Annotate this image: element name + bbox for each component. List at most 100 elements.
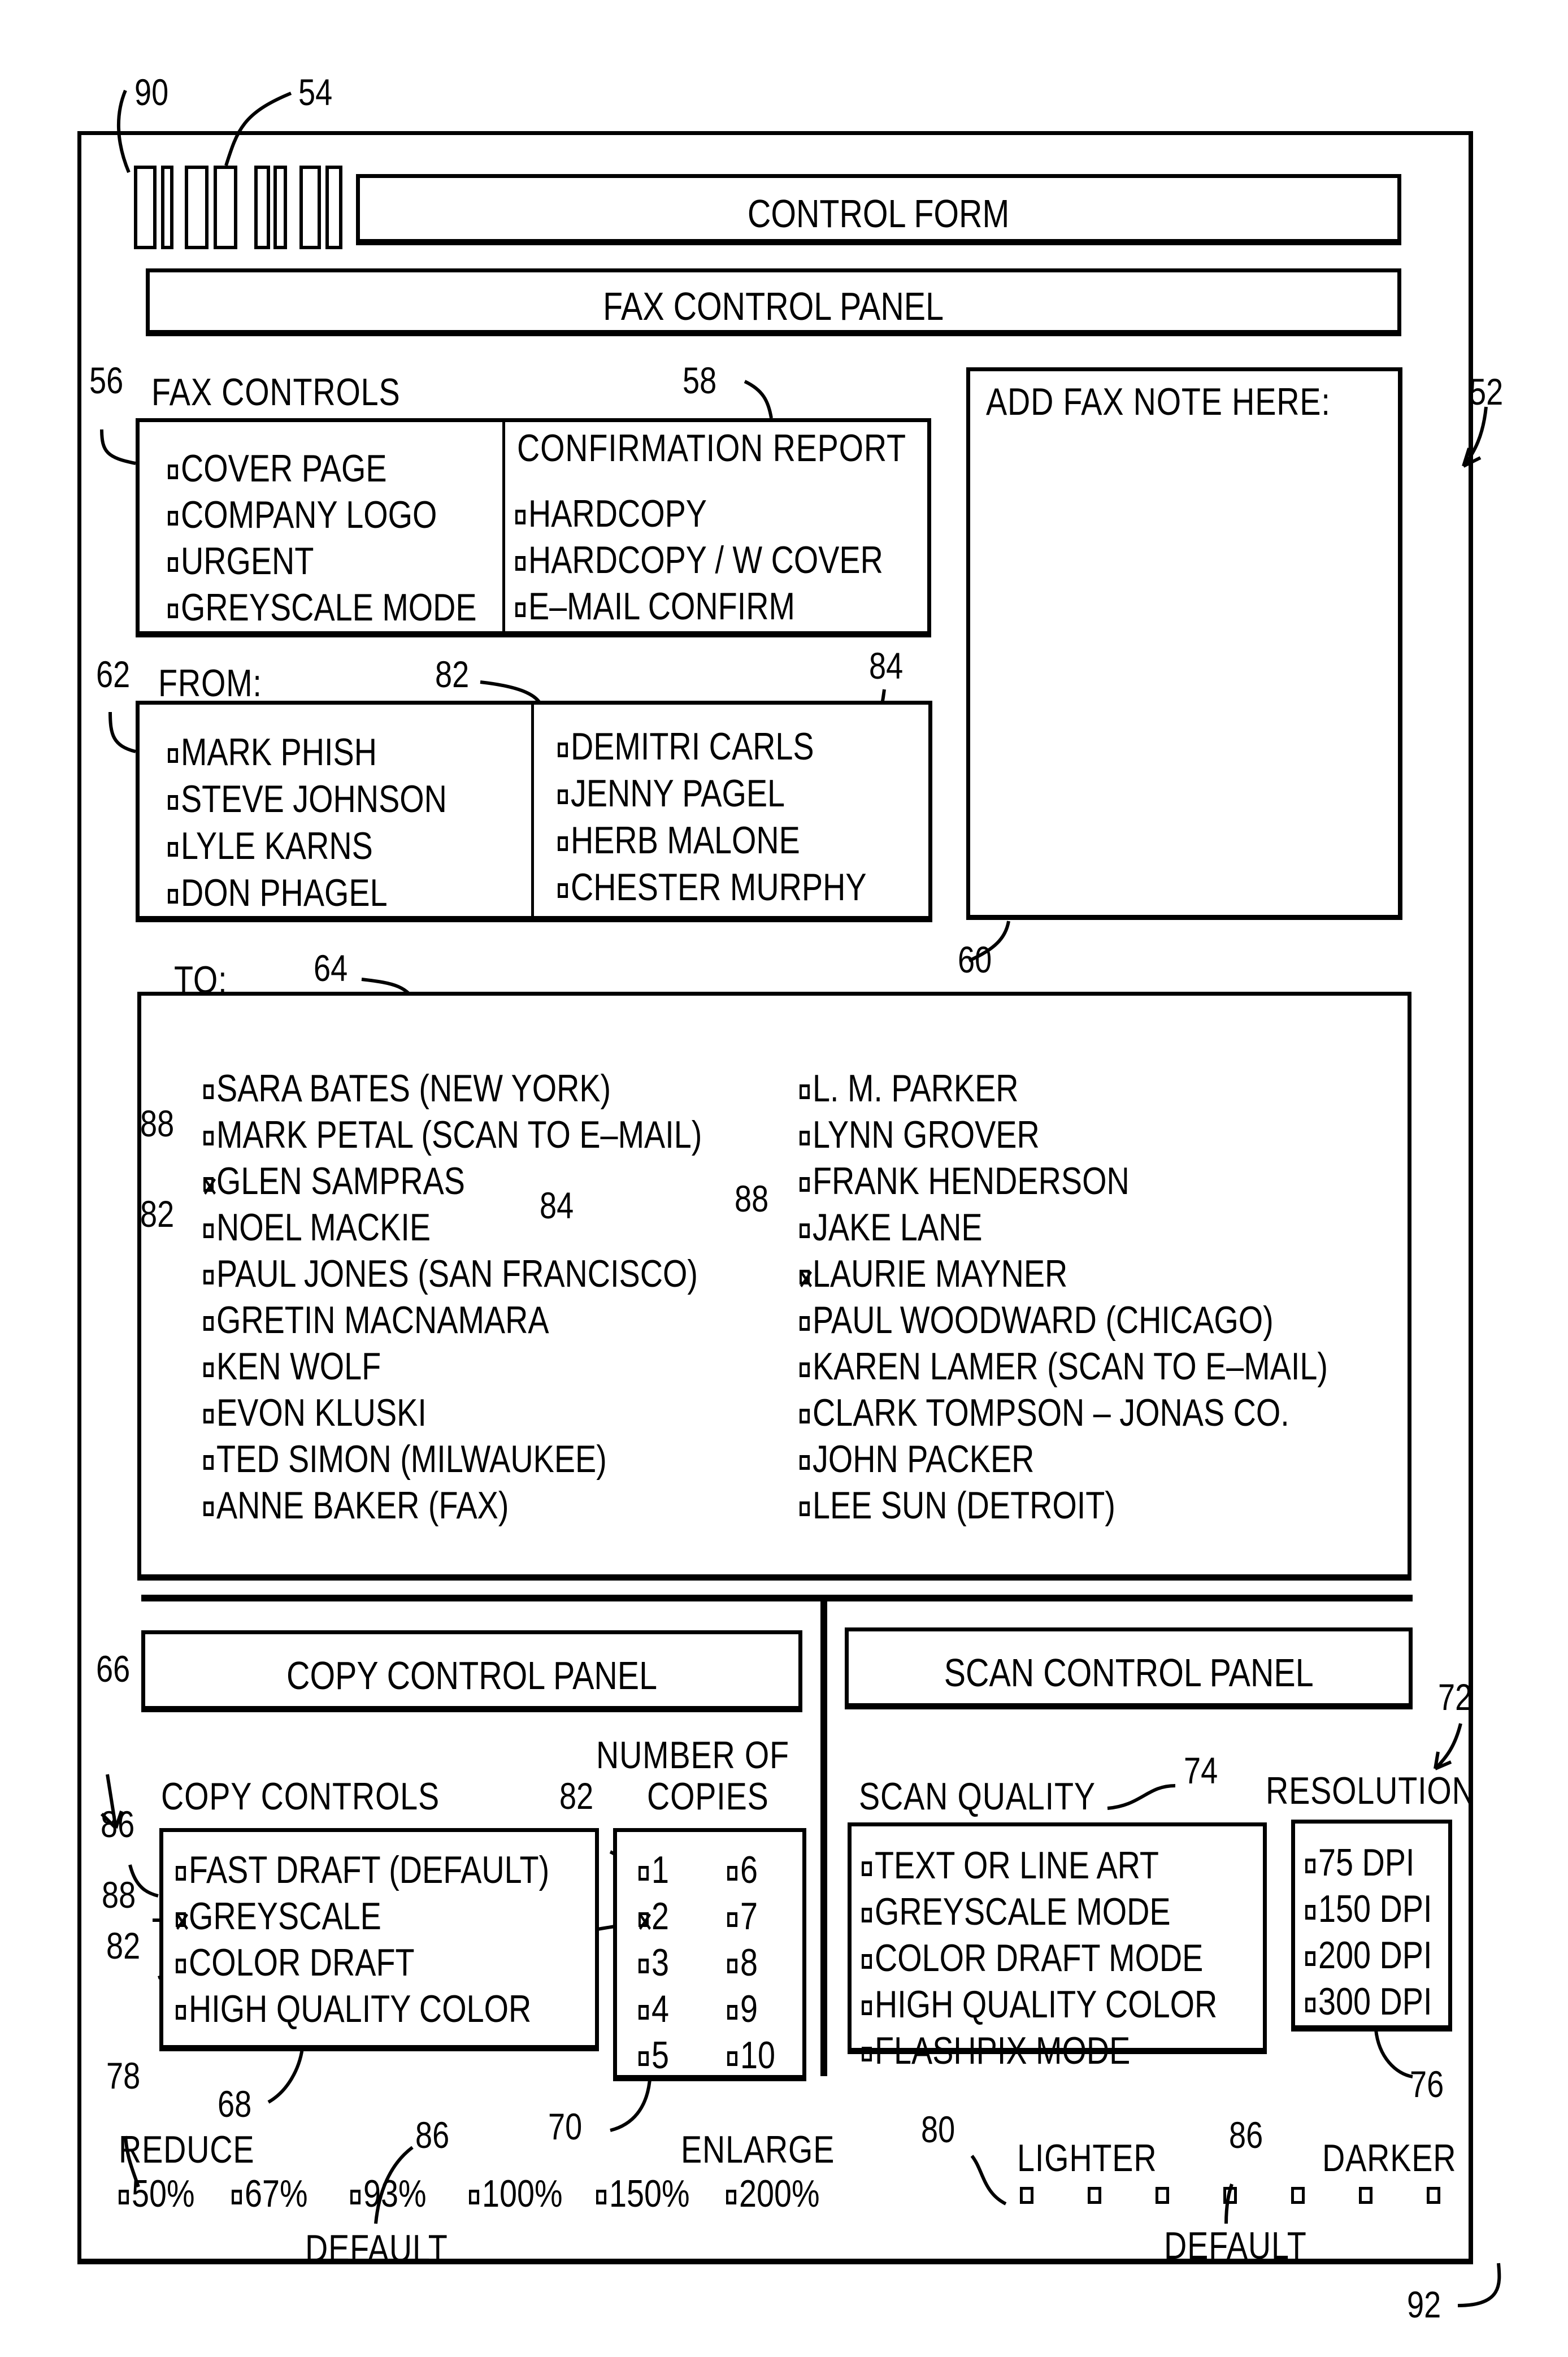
to-recipient-option[interactable]: LAURIE MAYNER <box>800 1255 1067 1293</box>
resolution-option[interactable]: 300 DPI <box>1305 1982 1432 2021</box>
density-step[interactable] <box>1291 2187 1305 2204</box>
checkbox-icon[interactable] <box>469 2190 480 2204</box>
fax-control-option[interactable]: URGENT <box>168 542 314 580</box>
density-step[interactable] <box>1088 2187 1101 2204</box>
copy-control-option[interactable]: HIGH QUALITY COLOR <box>176 1990 531 2028</box>
scan-quality-option[interactable]: GREYSCALE MODE <box>862 1892 1171 1931</box>
checkbox-icon[interactable] <box>168 842 179 857</box>
scan-quality-option[interactable]: HIGH QUALITY COLOR <box>862 1985 1217 2024</box>
resolution-option[interactable]: 150 DPI <box>1305 1890 1432 1928</box>
copies-option[interactable]: 4 <box>639 1990 669 2028</box>
checkbox-icon[interactable] <box>515 602 526 617</box>
copies-option[interactable]: 8 <box>727 1943 758 1982</box>
copy-control-option[interactable]: GREYSCALE <box>176 1897 381 1935</box>
tab-bar[interactable] <box>185 166 209 249</box>
from-sender-option[interactable]: MARK PHISH <box>168 733 377 771</box>
checkbox-checked-icon[interactable] <box>800 1270 810 1284</box>
scan-quality-option[interactable]: FLASHPIX MODE <box>862 2032 1130 2070</box>
checkbox-icon[interactable] <box>203 1501 214 1516</box>
copies-option[interactable]: 6 <box>727 1851 758 1889</box>
copies-option[interactable]: 10 <box>727 2036 775 2074</box>
fax-control-option[interactable]: COVER PAGE <box>168 449 387 488</box>
fax-control-panel-header[interactable]: FAX CONTROL PANEL <box>146 268 1401 336</box>
tab-bar[interactable] <box>299 166 321 249</box>
fax-note-input[interactable] <box>986 433 1387 904</box>
to-recipient-option[interactable]: EVON KLUSKI <box>203 1394 427 1432</box>
to-recipient-option[interactable]: GRETIN MACNAMARA <box>203 1301 549 1339</box>
checkbox-icon[interactable] <box>176 2005 186 2020</box>
fax-note-area[interactable]: ADD FAX NOTE HERE: <box>966 367 1402 920</box>
checkbox-icon[interactable] <box>800 1223 810 1238</box>
scan-control-panel-header[interactable]: SCAN CONTROL PANEL <box>845 1627 1413 1709</box>
checkbox-icon[interactable] <box>800 1455 810 1470</box>
to-recipient-option[interactable]: TED SIMON (MILWAUKEE) <box>203 1440 607 1478</box>
tab-bar[interactable] <box>214 166 237 249</box>
resolution-option[interactable]: 200 DPI <box>1305 1936 1432 1974</box>
scan-quality-option[interactable]: COLOR DRAFT MODE <box>862 1939 1203 1977</box>
checkbox-icon[interactable] <box>558 836 568 851</box>
checkbox-icon[interactable] <box>1305 1905 1316 1920</box>
checkbox-icon[interactable] <box>862 1908 872 1922</box>
tab-bar[interactable] <box>134 166 157 249</box>
copy-control-panel-header[interactable]: COPY CONTROL PANEL <box>141 1630 802 1712</box>
checkbox-icon[interactable] <box>515 556 526 571</box>
scan-quality-option[interactable]: TEXT OR LINE ART <box>862 1846 1159 1885</box>
checkbox-icon[interactable] <box>800 1501 810 1516</box>
checkbox-icon[interactable] <box>800 1131 810 1145</box>
checkbox-icon[interactable] <box>203 1409 214 1423</box>
to-recipient-option[interactable]: ANNE BAKER (FAX) <box>203 1486 509 1525</box>
checkbox-icon[interactable] <box>727 2005 738 2020</box>
checkbox-icon[interactable] <box>203 1455 214 1470</box>
tab-bar[interactable] <box>161 166 173 249</box>
to-recipient-option[interactable]: PAUL WOODWARD (CHICAGO) <box>800 1301 1274 1339</box>
copies-option[interactable]: 5 <box>639 2036 669 2074</box>
checkbox-icon[interactable] <box>727 1959 738 1973</box>
from-sender-option[interactable]: HERB MALONE <box>558 821 800 860</box>
checkbox-icon[interactable] <box>862 1861 872 1876</box>
to-recipient-option[interactable]: LEE SUN (DETROIT) <box>800 1486 1115 1525</box>
to-recipient-option[interactable]: MARK PETAL (SCAN TO E–MAIL) <box>203 1115 702 1154</box>
checkbox-icon[interactable] <box>1305 1859 1316 1873</box>
checkbox-icon[interactable] <box>168 748 179 763</box>
checkbox-icon[interactable] <box>596 2190 607 2204</box>
density-step[interactable] <box>1020 2187 1033 2204</box>
checkbox-icon[interactable] <box>168 604 179 618</box>
checkbox-icon[interactable] <box>558 789 568 804</box>
checkbox-icon[interactable] <box>558 883 568 898</box>
checkbox-checked-icon[interactable] <box>203 1177 214 1192</box>
checkbox-checked-icon[interactable] <box>639 1912 649 1927</box>
to-recipient-option[interactable]: NOEL MACKIE <box>203 1208 431 1247</box>
to-recipient-option[interactable]: L. M. PARKER <box>800 1069 1019 1108</box>
checkbox-icon[interactable] <box>800 1084 810 1099</box>
from-sender-option[interactable]: JENNY PAGEL <box>558 774 785 813</box>
from-sender-option[interactable]: LYLE KARNS <box>168 827 373 865</box>
zoom-option[interactable]: 67% <box>232 2174 308 2213</box>
from-sender-option[interactable]: DEMITRI CARLS <box>558 727 814 766</box>
checkbox-icon[interactable] <box>727 1866 738 1881</box>
zoom-option[interactable]: 200% <box>726 2174 820 2213</box>
density-step[interactable] <box>1427 2187 1440 2204</box>
tab-bar[interactable] <box>254 166 270 249</box>
checkbox-icon[interactable] <box>1305 1951 1316 1966</box>
to-recipient-option[interactable]: JAKE LANE <box>800 1208 983 1247</box>
confirmation-option[interactable]: HARDCOPY <box>515 494 707 533</box>
checkbox-icon[interactable] <box>558 743 568 757</box>
checkbox-icon[interactable] <box>203 1362 214 1377</box>
checkbox-icon[interactable] <box>203 1316 214 1331</box>
resolution-option[interactable]: 75 DPI <box>1305 1843 1414 1882</box>
checkbox-icon[interactable] <box>639 2051 649 2066</box>
zoom-option[interactable]: 50% <box>119 2174 195 2213</box>
copies-option[interactable]: 9 <box>727 1990 758 2028</box>
checkbox-icon[interactable] <box>203 1223 214 1238</box>
checkbox-icon[interactable] <box>168 511 179 526</box>
checkbox-icon[interactable] <box>862 2000 872 2015</box>
density-step[interactable] <box>1156 2187 1169 2204</box>
checkbox-icon[interactable] <box>800 1409 810 1423</box>
checkbox-icon[interactable] <box>639 2005 649 2020</box>
copy-control-option[interactable]: FAST DRAFT (DEFAULT) <box>176 1851 549 1889</box>
to-recipient-option[interactable]: LYNN GROVER <box>800 1115 1040 1154</box>
copies-option[interactable]: 3 <box>639 1943 669 1982</box>
checkbox-icon[interactable] <box>168 795 179 810</box>
from-sender-option[interactable]: CHESTER MURPHY <box>558 868 867 906</box>
checkbox-icon[interactable] <box>203 1131 214 1145</box>
